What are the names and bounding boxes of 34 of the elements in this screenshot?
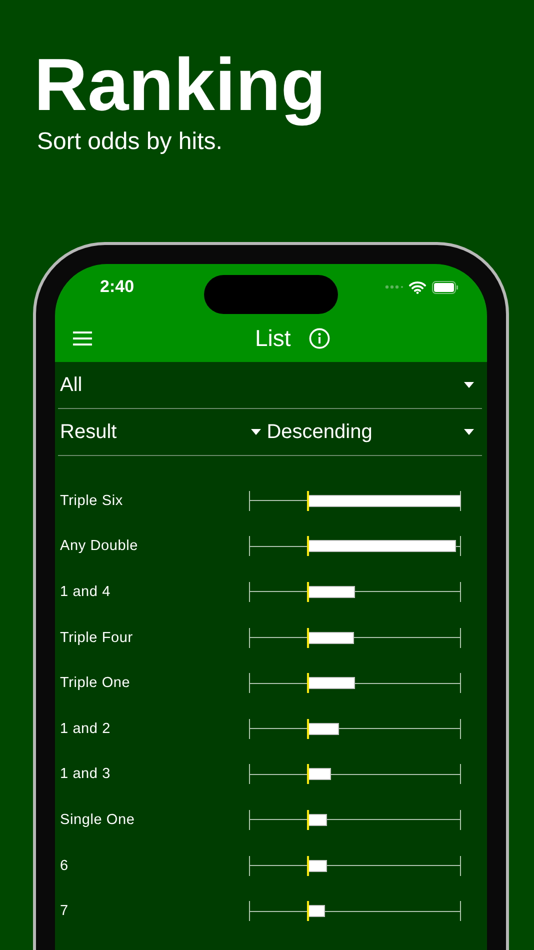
bet-name: Any Double <box>60 538 139 554</box>
bet-name: 1 and 2 <box>60 720 112 737</box>
baseline-marker <box>307 856 310 876</box>
baseline-marker <box>307 718 310 739</box>
screen-title: List <box>255 324 291 352</box>
baseline-marker <box>307 901 310 922</box>
bet-name: Triple Four <box>60 630 134 646</box>
status-time: 2:40 <box>100 277 134 297</box>
baseline-marker <box>307 764 310 784</box>
bet-name: 6 <box>60 858 70 874</box>
caret-icon <box>464 382 474 388</box>
sort-order-dropdown[interactable]: Descending <box>266 420 372 444</box>
baseline-marker <box>307 490 310 511</box>
bet-name: Triple One <box>60 675 132 692</box>
baseline-marker <box>307 810 310 830</box>
bet-name: 1 and 4 <box>60 584 112 600</box>
baseline-marker <box>307 582 310 602</box>
signal-icon <box>385 285 403 289</box>
page-subtitle: Sort odds by hits. <box>37 128 222 156</box>
bet-name: Single One <box>60 812 136 828</box>
sort-field-dropdown[interactable]: Result <box>60 420 117 444</box>
caret-icon <box>464 429 474 435</box>
info-icon[interactable] <box>309 328 330 348</box>
filter-dropdown[interactable]: All <box>58 362 482 409</box>
bet-name: Triple Six <box>60 492 124 509</box>
bet-name: 7 <box>60 903 70 920</box>
baseline-marker <box>307 628 310 648</box>
battery-icon <box>432 280 459 294</box>
wifi-icon <box>409 280 426 294</box>
menu-icon[interactable] <box>73 330 92 346</box>
caret-icon <box>250 429 261 435</box>
baseline-marker <box>307 673 310 694</box>
baseline-marker <box>307 536 310 556</box>
bet-name: 1 and 3 <box>60 766 112 782</box>
